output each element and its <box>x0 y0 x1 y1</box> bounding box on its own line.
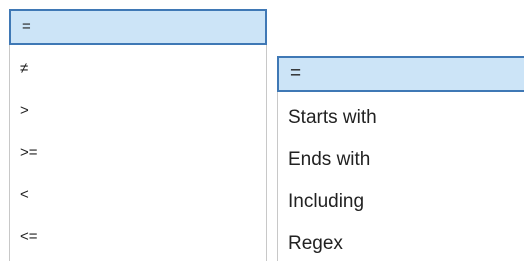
option-less-than[interactable]: < <box>10 177 266 213</box>
option-not-equal[interactable]: ≠ <box>10 51 266 87</box>
string-operator-dropdown-list: = Starts with Ends with Including Regex <box>277 56 524 261</box>
screen: = ≠ > >= < <= = Starts with Ends with In… <box>0 0 524 261</box>
option-including[interactable]: Including <box>278 184 524 220</box>
operator-dropdown-list: = ≠ > >= < <= <box>9 9 267 261</box>
option-less-or-equal[interactable]: <= <box>10 219 266 255</box>
option-equals[interactable]: = <box>9 9 267 45</box>
option-equals[interactable]: = <box>277 56 524 92</box>
option-greater-or-equal[interactable]: >= <box>10 135 266 171</box>
option-starts-with[interactable]: Starts with <box>278 100 524 136</box>
option-regex[interactable]: Regex <box>278 226 524 261</box>
option-ends-with[interactable]: Ends with <box>278 142 524 178</box>
option-greater-than[interactable]: > <box>10 93 266 129</box>
